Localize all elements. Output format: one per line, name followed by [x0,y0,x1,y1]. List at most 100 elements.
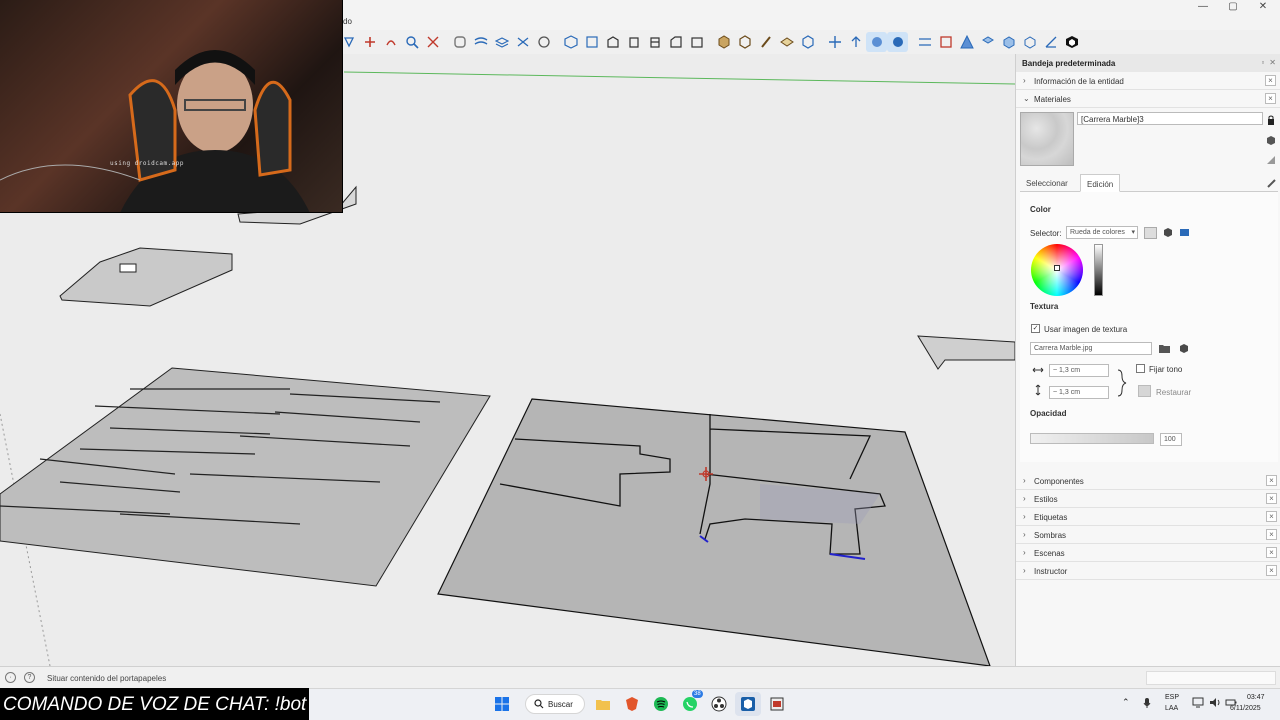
opacity-slider[interactable] [1030,433,1154,444]
color-wheel-picker[interactable] [1054,265,1060,271]
top-view-icon[interactable] [581,32,602,52]
close-window-button[interactable]: ✕ [1248,0,1278,14]
warehouse-icon[interactable] [533,32,554,52]
solid-tools-icon[interactable] [449,32,470,52]
lock-icon[interactable] [1265,114,1277,126]
panel-entity-info[interactable]: › Información de la entidad × [1016,72,1280,90]
measurements-box[interactable] [1146,671,1276,685]
panel-close-icon[interactable]: × [1266,547,1277,558]
spotify-icon[interactable] [648,692,674,716]
match-color-model-icon[interactable] [1162,226,1175,241]
browse-folder-icon[interactable] [1158,342,1171,356]
tab-edit[interactable]: Edición [1080,174,1121,192]
panel-close-icon[interactable]: × [1265,75,1276,86]
use-texture-checkbox[interactable]: ✓ [1031,324,1040,333]
chevron-right-icon: › [1023,530,1026,539]
file-explorer-icon[interactable] [590,692,616,716]
texture-height-field[interactable]: ~ 1,3 cm [1049,386,1109,399]
pencil-icon[interactable] [755,32,776,52]
restore-swatch[interactable] [1138,385,1151,397]
clock-date[interactable]: 6/11/2025 [1230,705,1261,712]
wireframe-icon[interactable] [734,32,755,52]
microphone-icon[interactable] [1143,697,1151,711]
right-view-icon[interactable] [623,32,644,52]
xray-icon[interactable] [713,32,734,52]
pan-icon[interactable] [824,32,845,52]
texture-width-field[interactable]: ~ 1,3 cm [1049,364,1109,377]
texture-file-field[interactable]: Carrera Marble.jpg [1030,342,1152,355]
clock-time[interactable]: 03:47 [1247,694,1265,701]
section-fill-icon[interactable] [977,32,998,52]
shaded-icon[interactable] [797,32,818,52]
panel-styles[interactable]: › Estilos × [1016,490,1280,508]
section-cut-icon[interactable] [998,32,1019,52]
section-plane-icon[interactable] [359,32,380,52]
orbit-icon[interactable] [380,32,401,52]
panel-instructor[interactable]: › Instructor × [1016,562,1280,580]
eyedropper-icon[interactable] [1266,177,1278,191]
tab-select[interactable]: Seleccionar [1020,174,1074,192]
panel-close-icon[interactable]: × [1266,475,1277,486]
panel-components[interactable]: › Componentes × [1016,472,1280,490]
match-photo-icon[interactable] [914,32,935,52]
color-swatch[interactable] [1144,227,1157,239]
layers-icon[interactable] [491,32,512,52]
material-name-field[interactable]: [Carrera Marble]3 [1077,112,1263,125]
panel-close-icon[interactable]: × [1266,493,1277,504]
create-material-icon[interactable] [1265,134,1277,146]
position-camera-icon[interactable] [935,32,956,52]
windows-start-icon[interactable] [489,692,515,716]
sketchup-taskbar-icon[interactable] [735,692,761,716]
panel-close-icon[interactable]: × [1266,511,1277,522]
extension-icon[interactable] [1061,32,1082,52]
match-color-screen-icon[interactable] [1178,226,1191,241]
left-view-icon[interactable] [665,32,686,52]
layout-taskbar-icon[interactable] [764,692,790,716]
brave-browser-icon[interactable] [619,692,645,716]
back-view-icon[interactable] [644,32,665,52]
style-shaded-texture-icon[interactable] [887,32,908,52]
hidden-line-icon[interactable] [776,32,797,52]
walk-icon[interactable] [845,32,866,52]
iso-view-icon[interactable] [560,32,581,52]
axes-icon[interactable] [1040,32,1061,52]
link-aspect-icon[interactable] [1116,368,1128,400]
bottom-view-icon[interactable] [686,32,707,52]
sample-paint-icon[interactable] [1265,154,1277,166]
zoom-extents-icon[interactable] [422,32,443,52]
front-view-icon[interactable] [602,32,623,52]
language-top[interactable]: ESP [1165,694,1179,701]
help-icon[interactable]: ? [24,672,35,683]
geo-location-icon[interactable]: · [5,672,16,683]
maximize-button[interactable]: ▢ [1218,0,1248,14]
panel-tags[interactable]: › Etiquetas × [1016,508,1280,526]
tape-measure-icon[interactable] [956,32,977,52]
sandbox-icon[interactable] [470,32,491,52]
panel-shadows[interactable]: › Sombras × [1016,526,1280,544]
fix-tone-checkbox[interactable] [1136,364,1145,373]
panel-scenes[interactable]: › Escenas × [1016,544,1280,562]
material-thumbnail[interactable] [1020,112,1074,166]
minimize-button[interactable]: — [1188,0,1218,14]
brightness-slider[interactable] [1094,244,1103,296]
panel-close-icon[interactable]: × [1265,93,1276,104]
edit-texture-icon[interactable] [1178,342,1191,356]
panel-close-icon[interactable]: × [1266,529,1277,540]
zoom-icon[interactable] [401,32,422,52]
tray-pin-icon[interactable]: ▫ [1261,58,1264,67]
color-selector-dropdown[interactable]: Rueda de colores ▾ [1066,226,1138,239]
language-bottom[interactable]: LAA [1165,705,1178,712]
panel-materials[interactable]: ⌄ Materiales × [1016,90,1280,108]
monitor-icon[interactable] [1192,697,1204,710]
tray-close-icon[interactable]: ✕ [1269,58,1276,67]
volume-icon[interactable] [1209,697,1221,710]
obs-icon[interactable] [706,692,732,716]
section-display-icon[interactable] [1019,32,1040,52]
opacity-value-field[interactable]: 100 [1160,433,1182,446]
style-monochrome-icon[interactable] [866,32,887,52]
panel-close-icon[interactable]: × [1266,565,1277,576]
drape-icon[interactable] [512,32,533,52]
whatsapp-icon[interactable]: 38 [677,690,703,716]
chevron-up-icon[interactable]: ⌃ [1122,697,1130,708]
taskbar-search[interactable]: Buscar [525,694,585,714]
